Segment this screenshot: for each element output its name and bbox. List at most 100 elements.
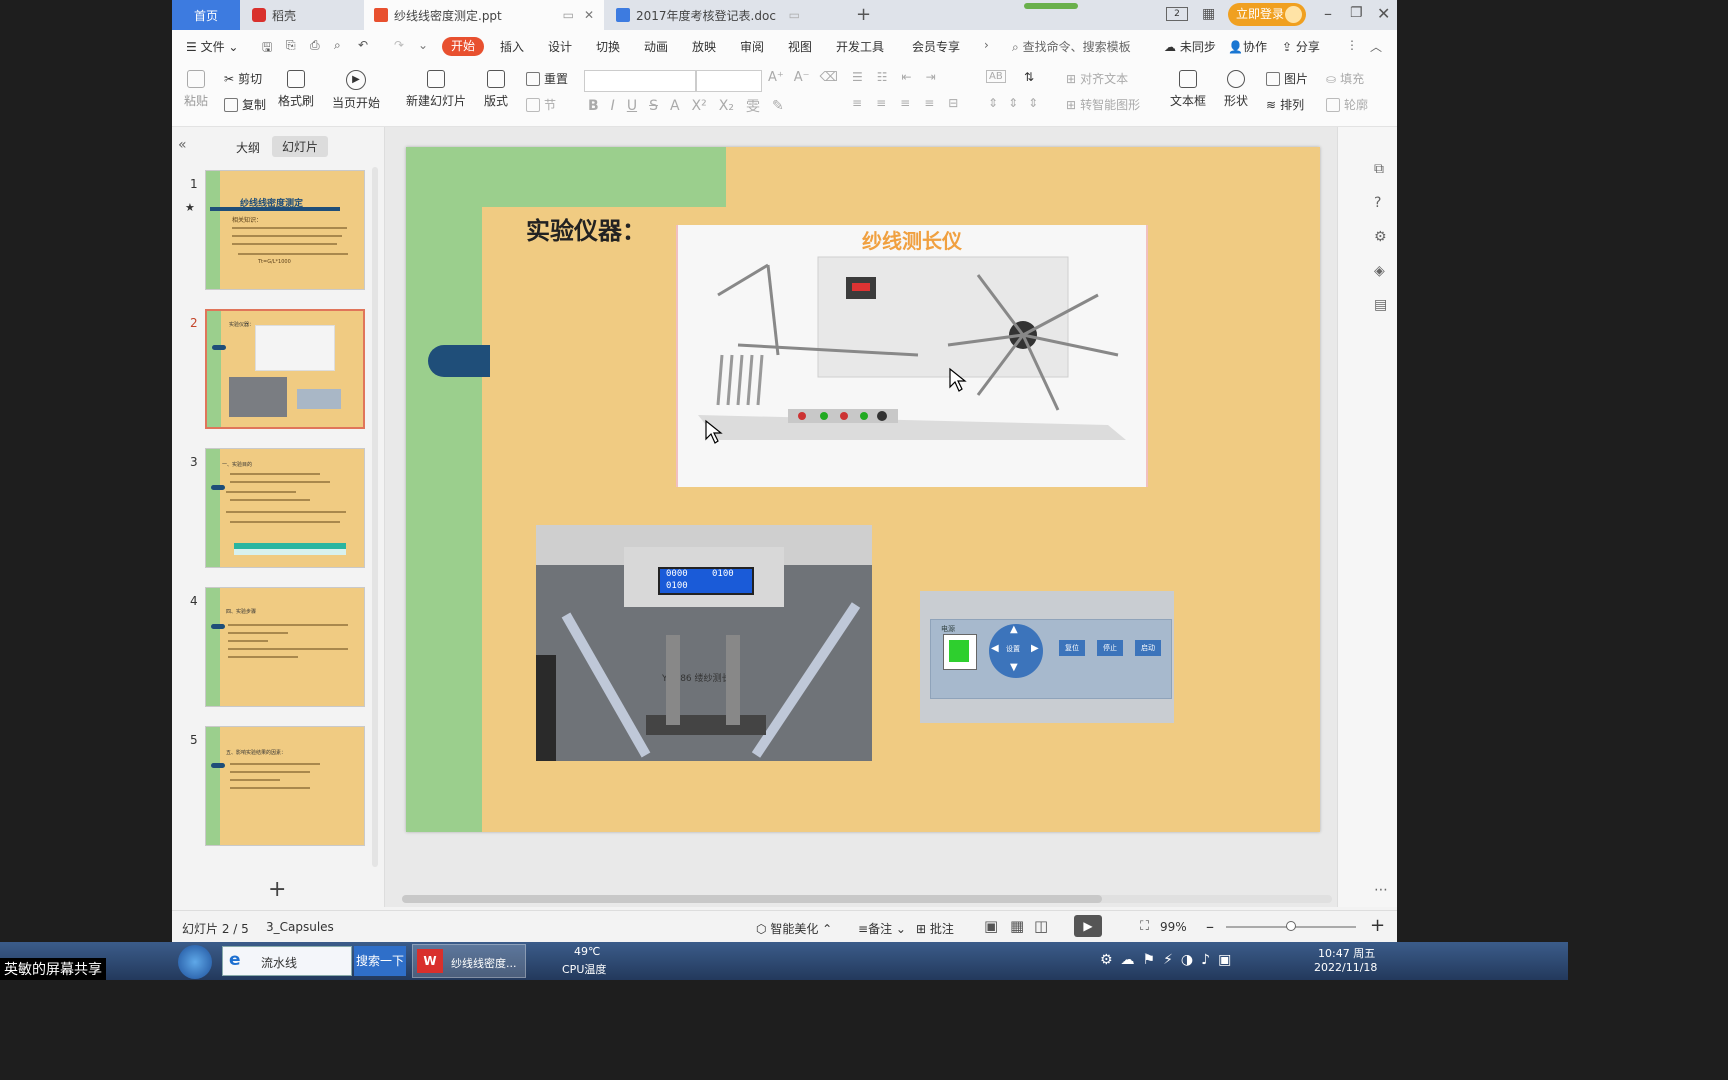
slide-title[interactable]: 实验仪器： [526,211,646,246]
tab-doc-document[interactable]: 2017年度考核登记表.doc ▭ [606,0,836,30]
shape-button[interactable]: 形状 [1224,70,1248,109]
menu-tab-insert[interactable]: 插入 [500,38,524,55]
more-tabs-icon[interactable]: › [984,38,989,52]
align-right-icon[interactable]: ≡ [900,96,910,110]
horizontal-scrollbar[interactable] [402,895,1332,903]
highlight-icon[interactable]: ✎ [772,98,784,114]
format-painter-button[interactable]: 格式刷 [278,70,314,109]
slide-2[interactable]: 实验仪器： 纱线测长仪 0000 0100 0100 YG086 缕纱测长机 电… [406,147,1320,832]
copy-button[interactable]: 复制 [224,96,266,113]
menu-tab-animation[interactable]: 动画 [644,38,668,55]
clear-format-icon[interactable]: ⌫ [820,70,838,85]
number-list-icon[interactable]: ☷ [877,70,888,84]
indent-increase-icon[interactable]: ⇥ [926,70,936,84]
more-tools-icon[interactable]: ⋯ [1374,882,1388,898]
textbox-button[interactable]: 文本框 [1170,70,1206,109]
share-button[interactable]: ⇪ 分享 [1282,38,1320,55]
print-preview-icon[interactable]: ⌕ [334,38,341,53]
font-family-select[interactable] [584,70,696,92]
paragraph-spacing-icon[interactable]: ⇕ [1008,96,1018,110]
export-pdf-icon[interactable]: ⎘ [286,38,296,53]
align-center-icon[interactable]: ≡ [876,96,886,110]
sort-button[interactable]: ⇅ [1024,70,1034,84]
menu-tab-start[interactable]: 开始 [442,37,484,56]
zoom-in-icon[interactable]: + [1370,915,1385,936]
image-yarn-length-tester[interactable]: 纱线测长仪 [676,225,1148,487]
collaborate-button[interactable]: 👤协作 [1228,38,1267,55]
close-window-icon[interactable]: ✕ [1377,4,1390,23]
columns-icon[interactable]: ⇕ [1028,96,1038,110]
tab-pin-icon[interactable]: ▭ [563,8,574,22]
property-icon[interactable]: ⚙ [1374,229,1387,245]
menu-tab-transition[interactable]: 切换 [596,38,620,55]
more-options-icon[interactable]: ⋮ [1346,38,1358,52]
distribute-icon[interactable]: ⊟ [948,96,958,110]
image-control-panel[interactable]: 电源 ▲ ▼ ◀ ▶ 设置 复位 停止 启动 [920,591,1174,723]
slide-thumbnail-3[interactable]: 一、实验目的 [205,448,365,568]
quick-access-dropdown-icon[interactable]: ⌄ [418,38,428,52]
font-size-select[interactable] [696,70,762,92]
comment-button[interactable]: ⊞ 批注 [916,920,954,937]
login-button[interactable]: 立即登录 [1228,3,1306,26]
zoom-slider-handle[interactable] [1286,921,1296,931]
font-color-icon[interactable]: A [670,98,680,114]
section-button[interactable]: 节 [526,96,556,113]
window-layout-icon[interactable]: 2 [1166,7,1188,21]
menu-tab-review[interactable]: 审阅 [740,38,764,55]
tab-home[interactable]: 首页 [172,0,240,30]
design-icon[interactable]: ◈ [1374,263,1385,279]
cut-button[interactable]: ✂ 剪切 [224,70,262,87]
arrange-button[interactable]: ≋ 排列 [1266,96,1304,113]
play-from-current-button[interactable]: ▶ 当页开始 [332,70,380,111]
sorter-view-icon[interactable]: ▦ [1010,917,1024,935]
redo-icon[interactable]: ↷ [394,38,404,52]
outline-button[interactable]: 轮廓 [1326,96,1368,113]
phonetic-icon[interactable]: 雯 [746,96,760,116]
picture-button[interactable]: 图片 [1266,70,1308,87]
tab-pin-icon[interactable]: ▭ [789,8,800,22]
menu-tab-developer[interactable]: 开发工具 [836,38,884,55]
start-orb-icon[interactable] [178,945,212,979]
clock-time[interactable]: 10:47 周五 [1318,945,1375,961]
sync-status[interactable]: ☁ 未同步 [1164,38,1216,55]
collapse-ribbon-icon[interactable]: ︿ [1370,38,1382,55]
menu-tab-slideshow[interactable]: 放映 [692,38,716,55]
reading-view-icon[interactable]: ◫ [1034,917,1048,935]
slide-thumbnail-5[interactable]: 五、影响实验结果的因素： [205,726,365,846]
panel-scrollbar[interactable] [372,167,378,867]
align-text-button[interactable]: ⊞ 对齐文本 [1066,70,1128,87]
undo-icon[interactable]: ↶ [358,38,368,52]
fit-window-icon[interactable]: ⛶ [1140,919,1149,934]
ie-search-box[interactable]: e 流水线 [222,946,352,976]
line-spacing-icon[interactable]: ⇕ [988,96,998,110]
smart-graphic-button[interactable]: ⊞ 转智能图形 [1066,96,1140,113]
indent-decrease-icon[interactable]: ⇤ [902,70,912,84]
read-mode-icon[interactable]: ▤ [1374,297,1387,313]
file-menu[interactable]: ☰ 文件 ⌄ [186,38,238,55]
paste-button[interactable]: 粘贴 [184,70,208,109]
superscript-icon[interactable]: X² [692,98,707,114]
decrease-font-icon[interactable]: A⁻ [794,70,810,85]
help-icon[interactable]: ? [1374,195,1381,211]
italic-icon[interactable]: I [611,98,615,114]
zoom-level[interactable]: 99% [1160,920,1187,934]
smart-beautify-button[interactable]: ⬡ 智能美化 ⌃ [756,920,832,937]
add-slide-plus-icon[interactable]: + [268,877,286,902]
taskbar-ppt-item[interactable]: W 纱线线密度... [412,944,526,978]
align-left-icon[interactable]: ≡ [852,96,862,110]
fill-button[interactable]: ⛀ 填充 [1326,70,1364,87]
subscript-icon[interactable]: X₂ [719,98,734,114]
underline-icon[interactable]: U [627,98,637,114]
play-slideshow-icon[interactable]: ▶ [1074,915,1102,937]
slide-thumbnail-2-selected[interactable]: 实验仪器： [205,309,365,429]
bullet-list-icon[interactable]: ☰ [852,70,863,84]
menu-tab-design[interactable]: 设计 [548,38,572,55]
tab-close-icon[interactable]: ✕ [584,8,594,22]
menu-tab-view[interactable]: 视图 [788,38,812,55]
justify-icon[interactable]: ≡ [924,96,934,110]
restore-icon[interactable]: ❐ [1350,5,1363,21]
strikethrough-icon[interactable]: S [649,98,658,114]
bold-icon[interactable]: B [588,98,599,114]
zoom-out-icon[interactable]: – [1206,917,1214,936]
clock-date[interactable]: 2022/11/18 [1314,961,1377,974]
